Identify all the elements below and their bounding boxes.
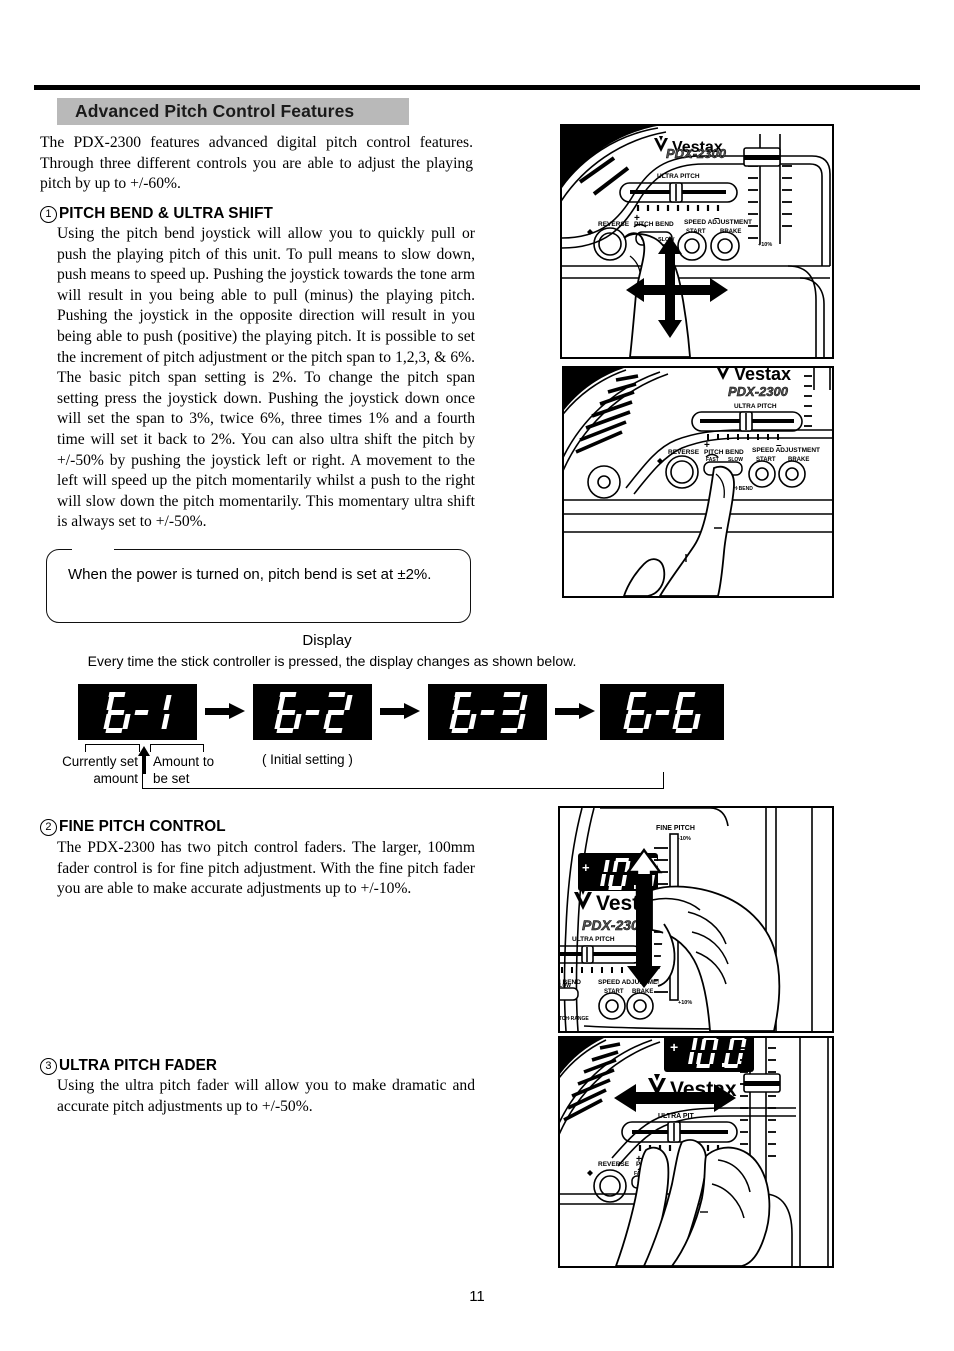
lcd-screen-4 (600, 684, 724, 740)
label-fast: FAST (706, 457, 719, 463)
segment-digit-2 (322, 692, 352, 732)
lcd-inner-1 (82, 688, 193, 736)
segment-digit-6 (448, 692, 477, 732)
section-1-body: Using the pitch bend joystick will allow… (57, 224, 475, 533)
brand-logo-vestax: Vestax (717, 368, 791, 384)
loop-up-arrow (138, 746, 150, 774)
section-1-title: PITCH BEND & ULTRA SHIFT (59, 205, 273, 222)
section-heading-text: Advanced Pitch Control Features (75, 101, 355, 121)
segment-digit-6 (623, 692, 651, 732)
section-2-body-text: The PDX-2300 has two pitch control fader… (57, 839, 475, 898)
label-fine-pitch: FINE PITCH (656, 825, 695, 832)
section-1-number: 1 (40, 205, 57, 223)
section-3-number: 3 (40, 1057, 57, 1075)
figure-fine-pitch-fader: Vesta PDX-230 + ULTRA PITCH BEND SPEED A… (558, 806, 834, 1033)
figure-2-svg: Vestax PDX-2300 ULTRA PITCH + – REVERSE … (564, 368, 832, 596)
seven-segment-2 (273, 692, 352, 732)
model-label: PDX-2300 (728, 384, 789, 399)
segment-dash (480, 709, 495, 715)
model-label: PDX-230 (582, 917, 639, 933)
section-3-heading: 3 ULTRA PITCH FADER (40, 1057, 217, 1075)
segment-dash (305, 709, 320, 715)
label-reverse: REVERSE (598, 221, 630, 228)
note-box-border (46, 549, 471, 623)
label-initial-setting: ( Initial setting ) (262, 752, 353, 767)
lcd-inner-2 (257, 688, 368, 736)
label-speed-adjustment: SPEED ADJUSTMENT (752, 447, 820, 454)
section-1-body-text: Using the pitch bend joystick will allow… (57, 225, 475, 531)
segment-dash (654, 709, 670, 715)
manual-page: Advanced Pitch Control Features The PDX-… (0, 0, 954, 1351)
bracket-currently-set (85, 744, 140, 752)
flow-arrow-2 (380, 703, 420, 719)
feedback-loop-line (142, 772, 664, 789)
label-pitch-range: PITCH·RANGE (560, 1016, 589, 1022)
note-box-text: When the power is turned on, pitch bend … (68, 566, 432, 583)
label-speed-adjustment: SPEED ADJUSTMENT (684, 219, 752, 226)
label-reverse: REVERSE (668, 449, 700, 456)
figure-3-svg: Vesta PDX-230 + ULTRA PITCH BEND SPEED A… (560, 808, 813, 1031)
figure-1-svg: Vestax PDX-2300 ULTRA PITCH + – REVERSE … (562, 126, 831, 357)
lcd-screen-2 (253, 684, 372, 740)
label-slow: SLOW (560, 983, 571, 989)
bracket-amount-to-set (150, 744, 204, 752)
section-1-heading: 1 PITCH BEND & ULTRA SHIFT (40, 205, 273, 223)
label-currently-set-amount: Currently set amount (62, 754, 138, 786)
label-slow: SLOW (728, 457, 743, 463)
label-plus10: +10% (758, 242, 772, 248)
segment-digit-1 (153, 692, 171, 732)
section-heading-bar: Advanced Pitch Control Features (57, 98, 409, 125)
display-diagram-title: Display (302, 632, 352, 649)
section-3-body-text: Using the ultra pitch fader will allow y… (57, 1077, 475, 1115)
section-3-title: ULTRA PITCH FADER (59, 1057, 218, 1074)
note-box-label-gap (72, 546, 114, 553)
display-diagram-subtitle: Every time the stick controller is press… (87, 653, 577, 669)
section-2-title: FINE PITCH CONTROL (59, 818, 226, 835)
segment-digit-3 (499, 692, 527, 732)
label-ultra-pitch: ULTRA PITCH (734, 403, 777, 410)
label-ultra-pitch: ULTRA PITCH (657, 173, 700, 180)
seven-segment-4 (623, 692, 700, 732)
lcd-inner-3 (432, 688, 543, 736)
lcd-screen-1 (78, 684, 197, 740)
lcd-sign: + (582, 860, 590, 875)
figure-4-svg: + Vestax ULTRA PIT + REVERSE (560, 1038, 829, 1266)
svg-text:Vestax: Vestax (734, 368, 791, 384)
note-box: When the power is turned on, pitch bend … (46, 546, 471, 623)
section-2-number: 2 (40, 818, 57, 836)
page-number: 11 (469, 1288, 485, 1305)
intro-text: The PDX-2300 features advanced digital p… (40, 134, 473, 193)
label-plus10: +10% (678, 1000, 692, 1006)
section-2-heading: 2 FINE PITCH CONTROL (40, 818, 226, 836)
segment-dash (134, 709, 149, 715)
model-label: PDX-2300 (666, 146, 727, 161)
lcd-sign: + (670, 1039, 678, 1055)
top-rule (34, 85, 920, 90)
segment-digit-6 (273, 692, 302, 732)
lcd-inner-4 (604, 688, 720, 736)
seven-segment-3 (448, 692, 527, 732)
section-3-body: Using the ultra pitch fader will allow y… (57, 1076, 475, 1117)
intro-paragraph: The PDX-2300 features advanced digital p… (40, 133, 473, 195)
segment-digit-6 (102, 692, 131, 732)
lcd-screen-3 (428, 684, 547, 740)
section-2-body: The PDX-2300 has two pitch control fader… (57, 838, 475, 900)
label-ultra-pitch: ULTRA PITCH (572, 936, 615, 943)
figure-joystick-press-down: Vestax PDX-2300 ULTRA PITCH + – REVERSE … (562, 366, 834, 598)
label-minus10: -10% (678, 836, 691, 842)
label-ultra-pitch: ULTRA PIT (658, 1113, 694, 1120)
figure-ultra-pitch-fader: + Vestax ULTRA PIT + REVERSE (558, 1036, 834, 1268)
seven-segment-1 (102, 692, 171, 732)
flow-arrow-3 (555, 703, 595, 719)
label-reverse: REVERSE (598, 1161, 630, 1168)
flow-arrow-1 (205, 703, 245, 719)
figure-joystick-directions: Vestax PDX-2300 ULTRA PITCH + – REVERSE … (560, 124, 834, 359)
segment-digit-6b (672, 692, 700, 732)
